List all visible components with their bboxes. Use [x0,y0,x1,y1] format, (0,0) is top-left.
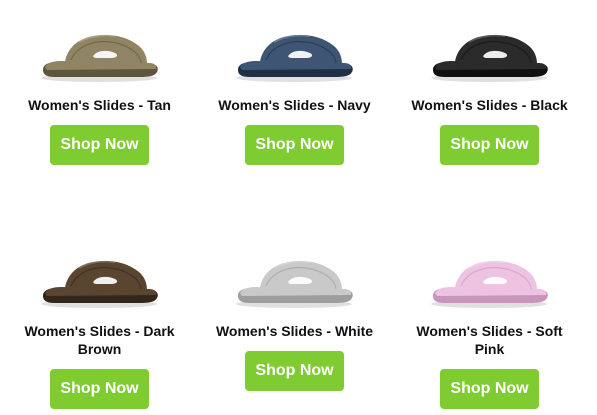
product-name[interactable]: Women's Slides - Black [405,96,575,114]
shop-now-button[interactable]: Shop Now [245,125,344,165]
product-name[interactable]: Women's Slides - Tan [15,96,185,114]
product-name[interactable]: Women's Slides - White [210,322,380,340]
product-card-tan: Women's Slides - Tan Shop Now [0,20,199,165]
product-name[interactable]: Women's Slides - Dark Brown [15,322,185,358]
product-card-dark-brown: Women's Slides - Dark Brown Shop Now [0,246,199,409]
slide-sandal-icon[interactable] [35,20,165,90]
product-name[interactable]: Women's Slides - Soft Pink [405,322,575,358]
product-card-navy: Women's Slides - Navy Shop Now [195,20,394,165]
slide-sandal-icon[interactable] [425,20,555,90]
shop-now-button[interactable]: Shop Now [50,125,149,165]
product-grid: Women's Slides - Tan Shop Now Women's Sl… [0,0,597,415]
product-card-soft-pink: Women's Slides - Soft Pink Shop Now [390,246,589,409]
shop-now-button[interactable]: Shop Now [245,351,344,391]
product-card-black: Women's Slides - Black Shop Now [390,20,589,165]
product-name[interactable]: Women's Slides - Navy [210,96,380,114]
shop-now-button[interactable]: Shop Now [440,125,539,165]
product-card-white: Women's Slides - White Shop Now [195,246,394,391]
slide-sandal-icon[interactable] [230,246,360,316]
slide-sandal-icon[interactable] [230,20,360,90]
slide-sandal-icon[interactable] [425,246,555,316]
shop-now-button[interactable]: Shop Now [440,369,539,409]
shop-now-button[interactable]: Shop Now [50,369,149,409]
slide-sandal-icon[interactable] [35,246,165,316]
